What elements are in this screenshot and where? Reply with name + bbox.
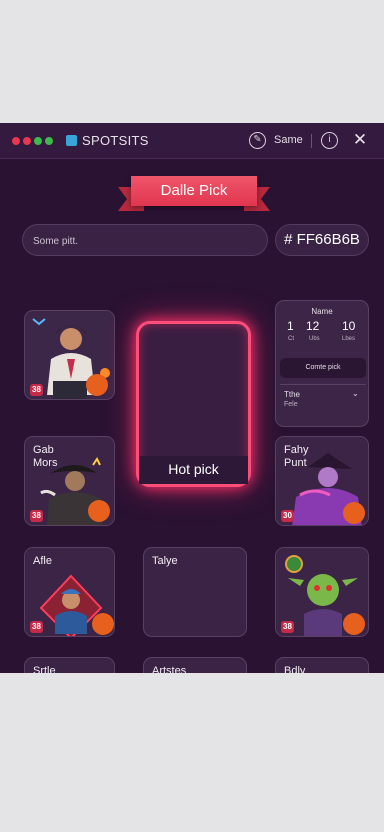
card-badge: 38 xyxy=(30,384,43,396)
panel-title: Name xyxy=(311,307,333,316)
close-icon[interactable]: ✕ xyxy=(350,129,370,151)
window-dot-red-2[interactable] xyxy=(23,137,31,145)
panel-divider xyxy=(280,384,366,385)
stat-label: Ubs xyxy=(309,336,320,342)
card-badge: 38 xyxy=(281,621,294,633)
card-label: Gab Mors xyxy=(33,444,58,469)
stat-label: Lbes xyxy=(342,336,356,342)
card-label: Artstes xyxy=(152,665,187,673)
card-label: Afle xyxy=(33,555,52,567)
character-card-2[interactable]: Gab Mors 38 xyxy=(24,436,115,526)
card-badge: 38 xyxy=(30,510,43,522)
search-box[interactable] xyxy=(22,224,268,256)
window-dot-green-2[interactable] xyxy=(45,137,53,145)
character-card-4[interactable]: Afle 38 xyxy=(24,547,115,637)
card-badge: 38 xyxy=(30,621,43,633)
app-title: SPOTSITS xyxy=(82,133,149,148)
character-card-1[interactable]: 38 xyxy=(24,310,115,400)
stat-value: 12 xyxy=(306,319,320,333)
banner: Dalle Pick xyxy=(118,173,270,217)
chevron-down-icon[interactable]: ⌄ xyxy=(352,389,359,398)
hot-pick-label: Hot pick xyxy=(139,456,248,484)
banner-title: Dalle Pick xyxy=(131,176,257,206)
info-icon[interactable]: i xyxy=(321,132,338,149)
character-card-6[interactable]: 38 xyxy=(275,547,369,637)
title-bar: SPOTSITS ✎ Same i ✕ xyxy=(0,123,384,159)
hex-color-field[interactable]: # FF66B6B xyxy=(275,224,369,256)
app-logo-icon xyxy=(66,135,77,146)
search-input[interactable] xyxy=(33,232,259,250)
card-bottom-1[interactable]: Srtle xyxy=(24,657,115,673)
character-card-3[interactable]: Fahy Punt 30 xyxy=(275,436,369,526)
empty-card[interactable]: Talye xyxy=(143,547,247,637)
panel-select-sub: Fele xyxy=(284,401,298,408)
toolbar-label[interactable]: Same xyxy=(274,134,303,146)
window-dot-green[interactable] xyxy=(34,137,42,145)
toolbar-divider xyxy=(311,134,312,148)
stat-value: 1 xyxy=(287,319,294,333)
stat-label: Ct xyxy=(288,336,294,342)
app-window: SPOTSITS ✎ Same i ✕ Dalle Pick # FF66B6B… xyxy=(0,123,384,673)
stat-value: 10 xyxy=(342,319,356,333)
card-bottom-3[interactable]: Bdly xyxy=(275,657,369,673)
card-label: Fahy Punt xyxy=(284,444,309,469)
card-bottom-2[interactable]: Artstes xyxy=(143,657,247,673)
edit-icon[interactable]: ✎ xyxy=(249,132,266,149)
card-badge: 30 xyxy=(281,510,294,522)
panel-select-label[interactable]: Tthe xyxy=(284,390,300,399)
card-label: Bdly xyxy=(284,665,306,673)
card-label: Srtle xyxy=(33,665,56,673)
window-dot-red[interactable] xyxy=(12,137,20,145)
info-panel: Name 1 Ct 12 Ubs 10 Lbes Comte pick Tthe… xyxy=(275,300,369,427)
compare-pick-button[interactable]: Comte pick xyxy=(280,358,366,378)
card-label: Talye xyxy=(152,555,178,567)
hot-pick-slot[interactable]: Hot pick xyxy=(136,321,251,487)
